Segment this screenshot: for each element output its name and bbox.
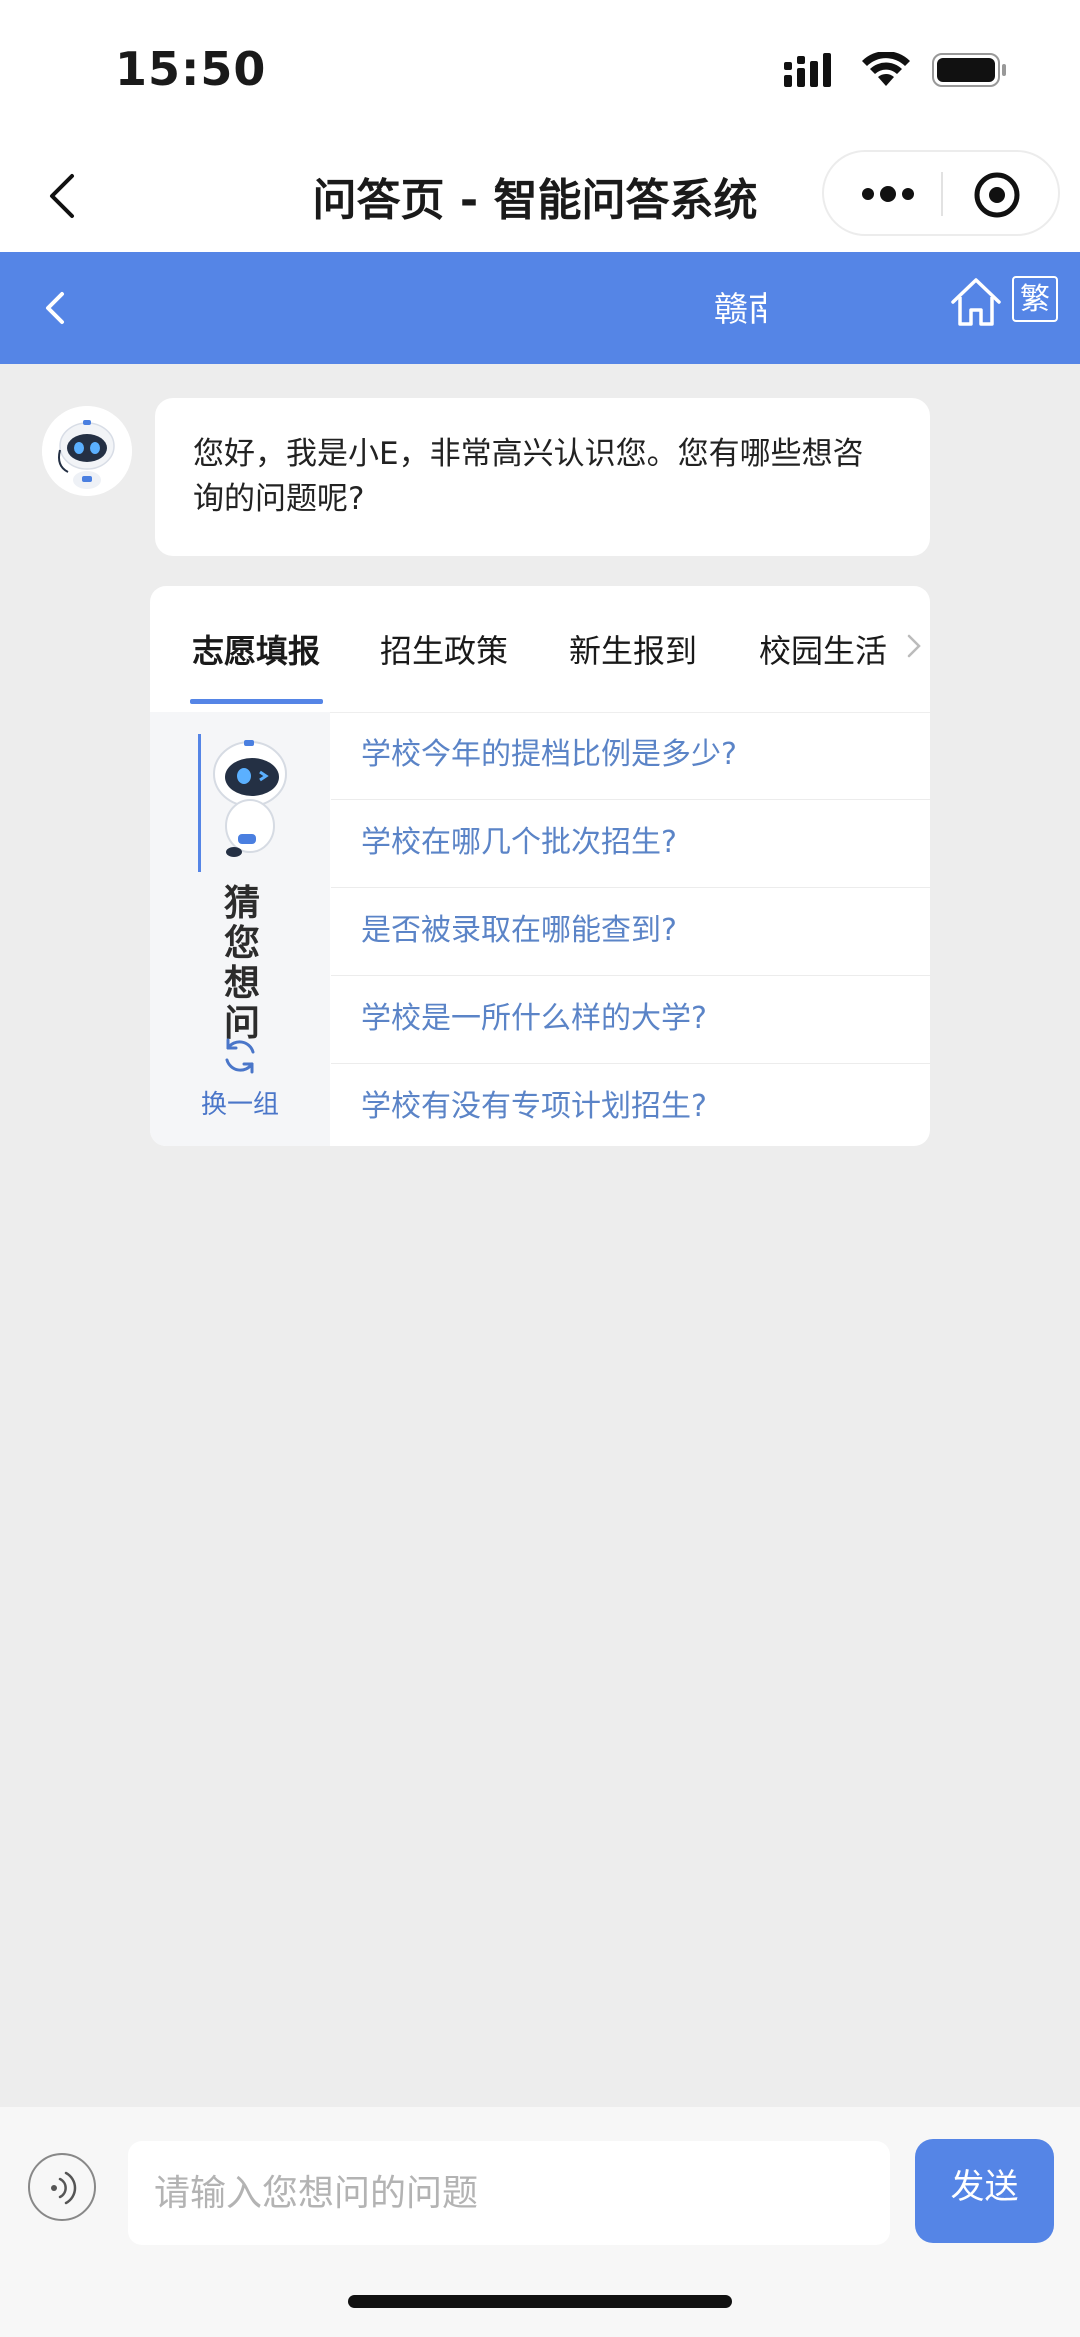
voice-icon: [51, 2171, 77, 2205]
wifi-icon: [862, 52, 910, 86]
question-item[interactable]: 学校有没有专项计划招生?: [331, 1064, 930, 1146]
question-item[interactable]: 是否被录取在哪能查到?: [331, 888, 930, 976]
mini-program-capsule: [822, 150, 1060, 236]
voice-input-button[interactable]: [28, 2153, 96, 2221]
home-icon: [951, 278, 1001, 326]
more-dots-icon[interactable]: [860, 180, 916, 208]
back-arrow-icon: [46, 292, 64, 324]
chevron-right-icon[interactable]: [905, 632, 923, 660]
question-list: 学校今年的提档比例是多少? 学校在哪几个批次招生? 是否被录取在哪能查到? 学校…: [331, 712, 930, 1146]
status-icons: [784, 52, 1008, 88]
category-tabs: 志愿填报 招生政策 新生报到 校园生活: [150, 586, 930, 713]
tab-admission-policy[interactable]: 招生政策: [380, 626, 508, 672]
question-item[interactable]: 学校是一所什么样的大学?: [331, 976, 930, 1064]
status-time: 15:50: [115, 42, 267, 96]
guess-panel: 猜 您 想 问 换一组: [150, 712, 330, 1146]
active-tab-indicator: [190, 699, 323, 704]
battery-icon: [932, 53, 1006, 87]
question-input[interactable]: [128, 2141, 890, 2245]
question-item[interactable]: 学校在哪几个批次招生?: [331, 800, 930, 888]
tab-volunteer-filling[interactable]: 志愿填报: [192, 626, 320, 672]
suggested-questions-card: 志愿填报 招生政策 新生报到 校园生活 猜 您 想 问 换一组 学校今年的提档比…: [150, 586, 930, 1146]
signal-icon: [784, 53, 831, 87]
tab-campus-life[interactable]: 校园生活: [759, 626, 887, 672]
target-icon[interactable]: [974, 172, 1020, 218]
welcome-message-bubble: 您好，我是小E，非常高兴认识您。您有哪些想咨询的问题呢?: [155, 398, 930, 556]
refresh-button[interactable]: 换一组: [150, 1084, 330, 1121]
home-indicator: [348, 2295, 732, 2308]
nav-bar: 问答页 - 智能问答系统: [0, 140, 1080, 252]
home-button[interactable]: [948, 274, 1004, 334]
send-button[interactable]: 发送: [915, 2139, 1054, 2243]
question-item[interactable]: 学校今年的提档比例是多少?: [331, 712, 930, 800]
status-bar: 15:50: [0, 0, 1080, 140]
robot-mascot: [213, 740, 287, 857]
header-banner: 赣南 繁: [0, 252, 1080, 364]
banner-back-button[interactable]: [38, 284, 74, 336]
banner-title: 赣南: [714, 290, 766, 330]
refresh-icon[interactable]: [220, 1036, 260, 1076]
tab-freshman-registration[interactable]: 新生报到: [569, 626, 697, 672]
robot-avatar: [42, 406, 132, 496]
capsule-divider: [941, 172, 943, 216]
traditional-chinese-toggle[interactable]: 繁: [1012, 276, 1058, 322]
